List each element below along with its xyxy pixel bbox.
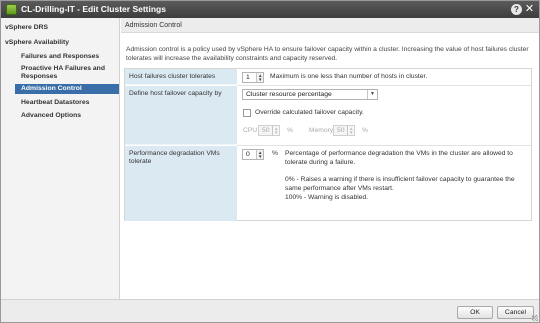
memory-label: Memory [309,127,334,134]
memory-percent-stepper[interactable]: 50 ▲ ▼ [333,125,355,136]
dialog-footer: OK Cancel [1,299,539,322]
cpu-label: CPU [243,127,258,134]
admission-control-description: Admission control is a policy used by vS… [126,46,529,62]
spin-down-icon[interactable]: ▼ [258,154,262,159]
help-icon[interactable]: ? [511,4,522,15]
sidebar-item-proactive-ha[interactable]: Proactive HA Failures and Responses [1,65,113,81]
row-divider [237,145,531,146]
settings-nav-sidebar: vSphere DRS vSphere Availability Failure… [1,18,120,299]
failover-capacity-label: Define host failover capacity by [129,90,222,97]
performance-label: Performance degradation VMs tolerate [129,150,220,165]
chevron-down-icon: ▼ [367,90,377,99]
sidebar-item-admission-control[interactable]: Admission Control [15,84,119,94]
sidebar-item-vsphere-availability[interactable]: vSphere Availability [5,39,124,46]
admission-control-form: Host failures cluster tolerates 1 ▲ ▼ Ma… [124,68,532,221]
stepper-arrows: ▲ ▼ [272,126,279,135]
spin-down-icon[interactable]: ▼ [274,130,278,135]
sidebar-item-failures-and-responses[interactable]: Failures and Responses [1,53,120,60]
stepper-arrows: ▲ ▼ [256,150,263,159]
vsphere-cluster-icon [6,4,17,15]
performance-label-cell: Performance degradation VMs tolerate [125,146,237,221]
memory-unit: % [362,127,368,134]
dialog-title: CL-Drilling-IT - Edit Cluster Settings [21,4,166,14]
failover-capacity-select[interactable]: Cluster resource percentage ▼ [242,89,378,100]
stepper-arrows: ▲ ▼ [347,126,354,135]
performance-unit: % [272,150,278,157]
override-capacity-label: Override calculated failover capacity. [255,109,364,116]
performance-degradation-stepper[interactable]: 0 ▲ ▼ [242,149,264,160]
performance-degradation-value: 0 [246,151,250,158]
section-header: Admission Control [121,18,539,33]
close-icon[interactable]: ✕ [524,3,535,15]
stepper-arrows: ▲ ▼ [256,73,263,82]
title-bar[interactable]: CL-Drilling-IT - Edit Cluster Settings ?… [1,1,539,18]
memory-percent-value: 50 [337,127,345,134]
resize-grip-icon[interactable] [532,315,538,321]
cpu-percent-value: 50 [262,127,270,134]
host-failures-stepper[interactable]: 1 ▲ ▼ [242,72,264,83]
spin-down-icon[interactable]: ▼ [349,130,353,135]
host-failures-label: Host failures cluster tolerates [129,73,216,80]
failover-capacity-selected: Cluster resource percentage [246,91,332,98]
host-failures-value: 1 [246,74,250,81]
host-failures-hint: Maximum is one less than number of hosts… [270,73,428,80]
failover-capacity-label-cell: Define host failover capacity by [125,86,237,145]
sidebar-item-vsphere-drs[interactable]: vSphere DRS [5,24,124,31]
sidebar-item-heartbeat-datastores[interactable]: Heartbeat Datastores [1,99,120,106]
edit-cluster-settings-dialog: CL-Drilling-IT - Edit Cluster Settings ?… [0,0,540,323]
cpu-percent-stepper[interactable]: 50 ▲ ▼ [258,125,280,136]
host-failures-label-cell: Host failures cluster tolerates [125,69,237,85]
ok-button[interactable]: OK [457,306,493,319]
override-capacity-checkbox[interactable] [243,109,251,117]
sidebar-item-advanced-options[interactable]: Advanced Options [1,112,120,119]
spin-down-icon[interactable]: ▼ [258,77,262,82]
cpu-unit: % [287,127,293,134]
row-divider [237,85,531,86]
cancel-button[interactable]: Cancel [497,306,534,319]
performance-help-2: 0% - Raises a warning if there is insuff… [285,176,515,192]
performance-help-3: 100% - Warning is disabled. [285,194,369,201]
admission-control-panel: Admission Control Admission control is a… [121,18,539,299]
section-title: Admission Control [125,22,182,29]
performance-help-1: Percentage of performance degradation th… [285,150,513,166]
